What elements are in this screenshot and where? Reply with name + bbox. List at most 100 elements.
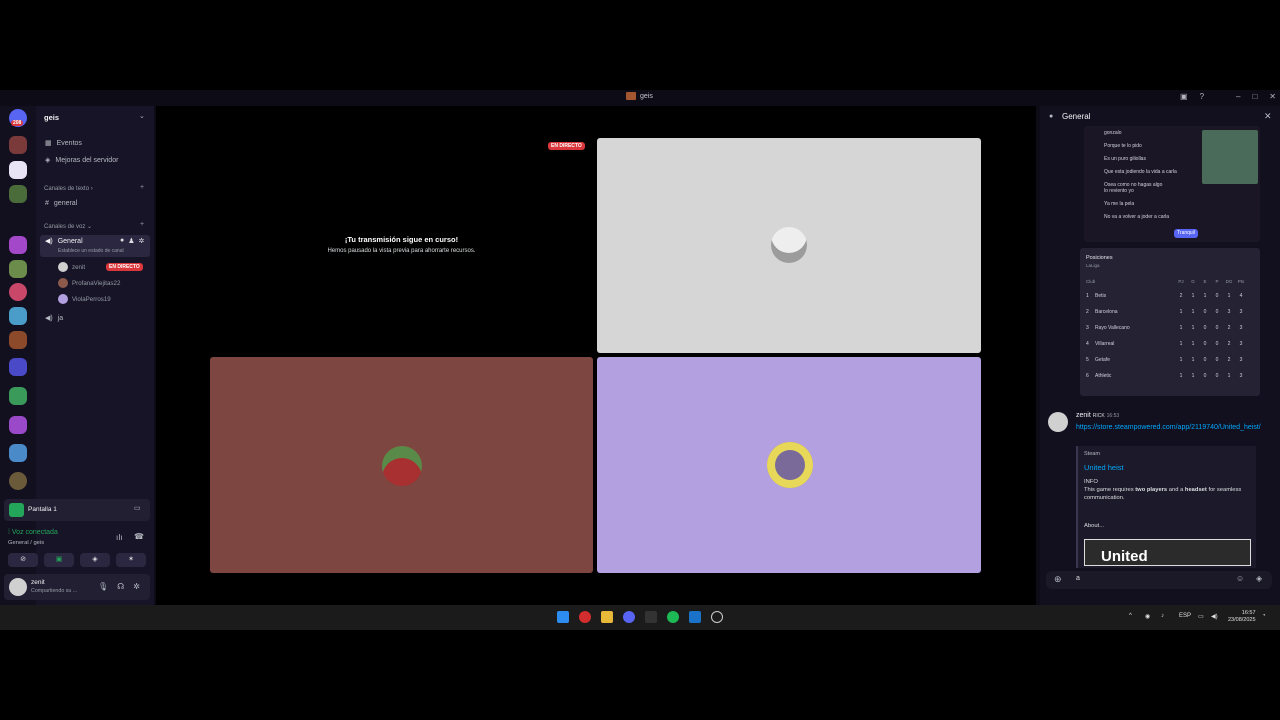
participant-tile[interactable] — [210, 357, 593, 573]
message-link[interactable]: https://store.steampowered.com/app/21197… — [1076, 422, 1261, 433]
emoji-icon[interactable]: ☺ — [1236, 574, 1244, 583]
server-folder-icon[interactable] — [9, 387, 27, 405]
add-channel-icon[interactable]: + — [140, 184, 144, 191]
steam-icon[interactable] — [711, 611, 723, 623]
message-author[interactable]: zenit RICK 16:53 — [1076, 412, 1119, 419]
voice-user-profana[interactable]: ProfanaViejitas22 — [58, 278, 120, 288]
voice-channel-ja[interactable]: ◀) ja — [45, 314, 63, 323]
headphones-icon[interactable]: ☊ — [117, 582, 124, 591]
avatar — [58, 278, 68, 288]
minimize-button[interactable]: – — [1236, 92, 1240, 101]
avatar — [58, 294, 68, 304]
channel-general-text[interactable]: # general — [45, 200, 77, 207]
embed-title[interactable]: United heist — [1084, 463, 1124, 472]
notification-bell-icon[interactable]: ◔ — [1262, 613, 1266, 619]
clock[interactable]: 16:57 23/08/2025 — [1228, 610, 1256, 624]
maximize-button[interactable]: □ — [1252, 92, 1257, 101]
server-icon[interactable] — [9, 260, 27, 278]
camera-off-button[interactable]: ⊘ — [8, 553, 38, 567]
close-window-button[interactable]: ✕ — [1269, 92, 1276, 101]
chat-icon[interactable]: ● — [120, 237, 124, 245]
soundboard-button[interactable]: ✶ — [116, 553, 146, 567]
activities-button[interactable]: ◈ — [80, 553, 110, 567]
sidebar-item-boosts[interactable]: ◈ Mejoras del servidor — [45, 156, 118, 165]
server-name[interactable]: geis — [44, 113, 59, 122]
opera-icon[interactable] — [579, 611, 591, 623]
embed-image[interactable]: United — [1084, 539, 1251, 566]
add-member-icon[interactable]: ♟ — [128, 237, 134, 245]
server-icon[interactable] — [9, 472, 27, 490]
outlook-icon[interactable] — [689, 611, 701, 623]
table-row: 2 Barcelona 1 1 0 0 3 3 — [1086, 309, 1243, 315]
live-badge: EN DIRECTO — [548, 142, 585, 150]
message-input[interactable]: ⊕ a ☺ ◈ — [1046, 571, 1272, 589]
avatar — [767, 442, 813, 488]
spotify-icon[interactable] — [667, 611, 679, 623]
close-icon[interactable]: ✕ — [1264, 111, 1272, 122]
table-row: 4 Villarreal 1 1 0 0 2 3 — [1086, 341, 1243, 347]
paused-subtitle: Hemos pausado la vista previa para ahorr… — [327, 248, 476, 254]
add-voice-channel-icon[interactable]: + — [140, 221, 144, 228]
window-controls: – □ ✕ — [1236, 92, 1276, 101]
avatar — [382, 446, 422, 486]
message-bubble: Ya me la pela — [1104, 201, 1135, 207]
message-bubble: Porque te lo pido — [1104, 143, 1142, 149]
voice-connected-status: ⁞ Voz conectada — [8, 529, 58, 536]
user-controls: 🎙︎ ☊ ✲ — [98, 582, 140, 591]
network-icon[interactable]: ▭ — [1198, 613, 1204, 620]
tray-app-icon[interactable]: ◉ — [1145, 613, 1150, 620]
server-icon[interactable] — [9, 136, 27, 154]
gear-icon[interactable]: ✲ — [139, 237, 145, 245]
category-text-channels[interactable]: Canales de texto › — [44, 186, 93, 192]
category-voice-channels[interactable]: Canales de voz ⌄ — [44, 223, 92, 230]
server-folder-icon[interactable] — [9, 358, 27, 376]
popout-icon[interactable]: ▭ — [134, 504, 141, 512]
voice-location[interactable]: General / geis — [8, 540, 44, 546]
voice-channel-general[interactable]: ◀) General — [45, 237, 83, 246]
voice-user-zenit[interactable]: zenit — [58, 262, 85, 272]
image-thumbnail — [1202, 130, 1258, 184]
server-icon[interactable] — [9, 331, 27, 349]
share-screen-button[interactable]: ▣ — [44, 553, 74, 567]
server-icon[interactable] — [9, 307, 27, 325]
disconnect-icon[interactable]: ☎ — [134, 532, 144, 541]
volume-icon[interactable]: ◀) — [1211, 613, 1218, 620]
server-folder-icon[interactable] — [9, 416, 27, 434]
embed-about: About... — [1084, 523, 1104, 529]
help-icon[interactable]: ? — [1200, 92, 1204, 101]
gamepad-icon[interactable]: ◈ — [1256, 574, 1262, 583]
server-folder-icon[interactable] — [9, 444, 27, 462]
tray-chevron-icon[interactable]: ^ — [1129, 613, 1132, 619]
noise-suppression-icon[interactable]: ıIı — [116, 533, 123, 542]
voice-user-viola[interactable]: ViolaPerros19 — [58, 294, 111, 304]
avatar[interactable] — [1048, 412, 1068, 432]
server-icon-geis[interactable] — [9, 161, 27, 179]
server-icon[interactable] — [9, 236, 27, 254]
settings-gear-icon[interactable]: ✲ — [133, 582, 140, 591]
language-indicator[interactable]: ESP — [1179, 613, 1191, 619]
microphone-icon[interactable]: 🎙︎ — [98, 582, 108, 591]
participant-tile[interactable] — [597, 138, 981, 353]
voice-status-text[interactable]: Establece un estado de canal — [58, 248, 124, 254]
sidebar-item-events[interactable]: ▦ Eventos — [45, 139, 82, 148]
stream-panel[interactable] — [4, 499, 150, 521]
chevron-down-icon[interactable]: ⌄ — [139, 112, 145, 120]
inbox-icon[interactable]: ▣ — [1180, 92, 1188, 101]
speaker-icon: ◀) — [45, 315, 53, 322]
file-explorer-icon[interactable] — [601, 611, 613, 623]
image-button: Tranquil — [1174, 229, 1198, 238]
server-thumb-icon — [626, 92, 636, 100]
user-name[interactable]: zenit — [31, 579, 45, 586]
server-icon[interactable] — [9, 283, 27, 301]
participant-tile[interactable] — [597, 357, 981, 573]
gamepad-icon: ◈ — [92, 556, 98, 563]
app-icon[interactable] — [645, 611, 657, 623]
tray-mic-icon[interactable]: ♪ — [1161, 613, 1164, 619]
discord-icon[interactable] — [623, 611, 635, 623]
start-icon[interactable] — [557, 611, 569, 623]
stream-label: Pantalla 1 — [28, 506, 57, 513]
avatar[interactable] — [9, 578, 27, 596]
server-icon[interactable] — [9, 185, 27, 203]
add-attachment-icon[interactable]: ⊕ — [1054, 574, 1062, 585]
message-bubble: No va a volver a joder a carla — [1104, 214, 1170, 220]
